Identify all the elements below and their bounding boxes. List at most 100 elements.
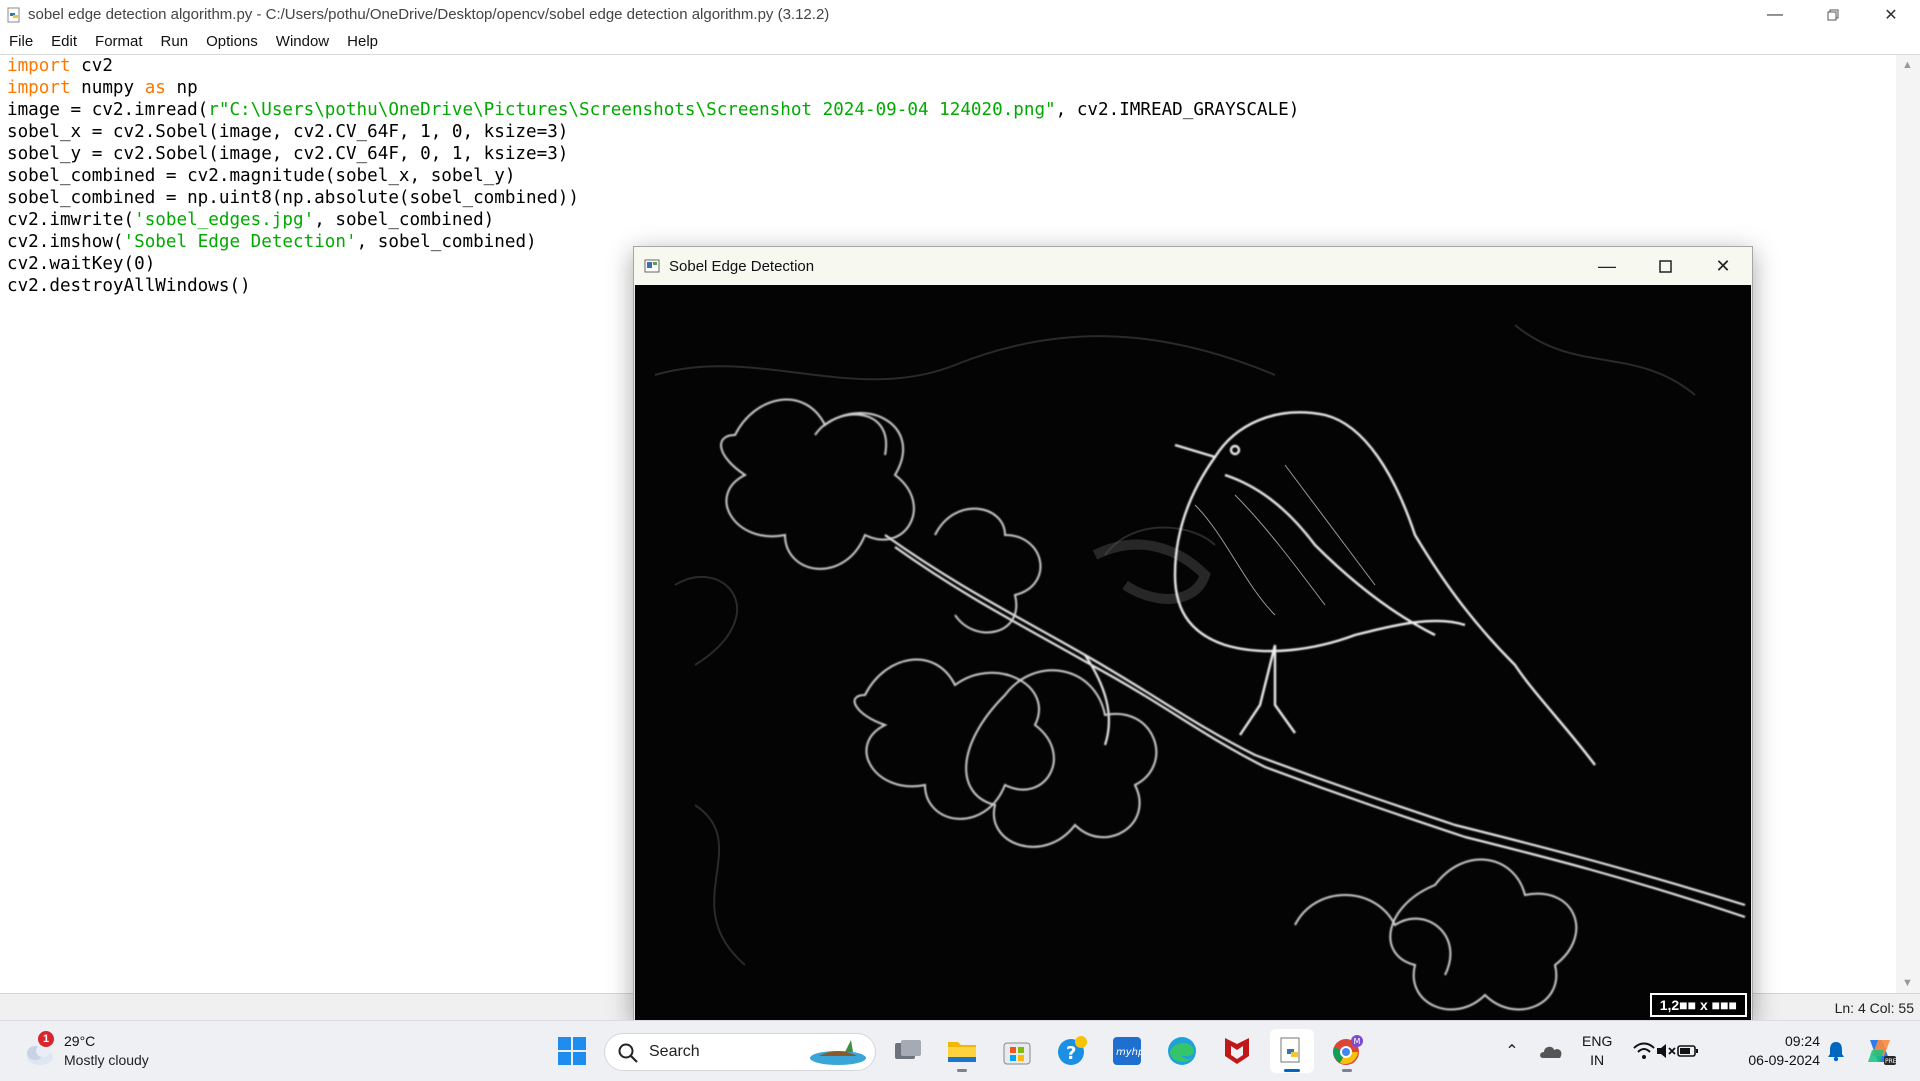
microsoft-store-button[interactable]: [995, 1029, 1039, 1073]
code-text: cv2.destroyAllWindows(): [7, 276, 251, 296]
minimize-icon: —: [1598, 255, 1616, 276]
menu-options[interactable]: Options: [197, 33, 267, 50]
code-text: np: [165, 78, 198, 98]
code-line[interactable]: sobel_combined = np.uint8(np.absolute(so…: [7, 187, 1896, 209]
running-indicator: [957, 1069, 967, 1072]
search-label: Search: [649, 1043, 700, 1060]
close-button[interactable]: ✕: [1862, 0, 1920, 29]
menu-format[interactable]: Format: [86, 33, 152, 50]
code-text: sobel_y = cv2.Sobel(image, cv2.CV_64F, 0…: [7, 144, 569, 164]
code-string: 'sobel_edges.jpg': [134, 210, 315, 230]
menu-bar: File Edit Format Run Options Window Help: [0, 29, 1920, 55]
code-text: cv2.waitKey(0): [7, 254, 156, 274]
weather-temperature: 29°C: [64, 1033, 96, 1049]
taskbar: 1 29°C Mostly cloudy Search ? myhp M ⌃ E…: [0, 1020, 1920, 1081]
search-highlight-icon: [810, 1040, 866, 1065]
code-line[interactable]: import cv2: [7, 55, 1896, 77]
menu-file[interactable]: File: [0, 33, 42, 50]
mcafee-button[interactable]: [1215, 1029, 1259, 1073]
copilot-button[interactable]: PRE: [1858, 1029, 1902, 1073]
chrome-icon: M: [1333, 1035, 1363, 1065]
notification-count-badge: 1: [38, 1031, 54, 1047]
onedrive-icon: [1540, 1046, 1562, 1058]
edge-icon: [1168, 1037, 1196, 1065]
code-string: 'Sobel Edge Detection': [123, 232, 357, 252]
file-explorer-button[interactable]: [940, 1029, 984, 1073]
scroll-up-icon[interactable]: ▲: [1902, 59, 1913, 71]
code-text: image = cv2.imread(: [7, 100, 209, 120]
minimize-button[interactable]: —: [1746, 0, 1804, 29]
code-line[interactable]: cv2.imwrite('sobel_edges.jpg', sobel_com…: [7, 209, 1896, 231]
idle-title-bar[interactable]: sobel edge detection algorithm.py - C:/U…: [0, 0, 1920, 29]
weather-widget[interactable]: 1 29°C Mostly cloudy: [18, 1031, 178, 1073]
code-string: r"C:\Users\pothu\OneDrive\Pictures\Scree…: [208, 100, 1056, 120]
get-help-button[interactable]: ?: [1050, 1029, 1094, 1073]
clock-time: 09:24: [1784, 1033, 1820, 1049]
weather-description: Mostly cloudy: [64, 1052, 149, 1068]
chrome-button[interactable]: M: [1325, 1029, 1369, 1073]
code-line[interactable]: image = cv2.imread(r"C:\Users\pothu\OneD…: [7, 99, 1896, 121]
image-size-badge: 1,2■■ x ■■■: [1649, 993, 1747, 1017]
help-icon: ?: [1058, 1036, 1087, 1065]
minimize-icon: —: [1767, 5, 1783, 23]
edge-button[interactable]: [1160, 1029, 1204, 1073]
svg-text:myhp: myhp: [1116, 1047, 1142, 1058]
microsoft-store-icon: [1003, 1042, 1031, 1065]
code-keyword: import: [7, 78, 71, 98]
python-file-icon: [7, 7, 20, 22]
running-indicator: [1342, 1069, 1352, 1072]
notification-center-button[interactable]: [1814, 1029, 1858, 1073]
show-hidden-icons-button[interactable]: ⌃: [1490, 1029, 1534, 1073]
cv-maximize-button[interactable]: [1636, 247, 1694, 285]
myhp-icon: myhp: [1113, 1037, 1142, 1065]
copilot-icon: PRE: [1868, 1040, 1896, 1065]
onedrive-tray-button[interactable]: [1530, 1029, 1574, 1073]
active-indicator: [1284, 1069, 1300, 1072]
vertical-scrollbar[interactable]: ▲ ▼: [1896, 55, 1920, 993]
sobel-edge-image: 1,2■■ x ■■■: [635, 285, 1751, 1021]
code-line[interactable]: import numpy as np: [7, 77, 1896, 99]
scroll-down-icon[interactable]: ▼: [1902, 977, 1913, 989]
code-line[interactable]: sobel_x = cv2.Sobel(image, cv2.CV_64F, 1…: [7, 121, 1896, 143]
start-button[interactable]: [550, 1029, 594, 1073]
input-language[interactable]: ENG IN: [1582, 1032, 1612, 1070]
close-icon: ✕: [1715, 255, 1731, 276]
taskbar-search[interactable]: Search: [604, 1033, 876, 1071]
chevron-up-icon: ⌃: [1505, 1043, 1519, 1060]
file-explorer-icon: [948, 1042, 976, 1062]
menu-window[interactable]: Window: [267, 33, 338, 50]
idle-taskbar-button[interactable]: [1270, 1029, 1314, 1073]
code-line[interactable]: sobel_y = cv2.Sobel(image, cv2.CV_64F, 0…: [7, 143, 1896, 165]
search-icon: [618, 1043, 638, 1063]
code-text: cv2.imwrite(: [7, 210, 135, 230]
cv-minimize-button[interactable]: —: [1578, 247, 1636, 285]
mcafee-icon: [1225, 1038, 1249, 1064]
code-line[interactable]: sobel_combined = cv2.magnitude(sobel_x, …: [7, 165, 1896, 187]
restore-button[interactable]: [1804, 0, 1862, 29]
opencv-image-window[interactable]: Sobel Edge Detection — ✕ 1,2■■ x ■■■: [633, 246, 1753, 1022]
task-view-button[interactable]: [886, 1029, 930, 1073]
code-text: , sobel_combined): [314, 210, 495, 230]
clock-date: 06-09-2024: [1748, 1052, 1820, 1068]
code-keyword: import: [7, 56, 71, 76]
close-icon: ✕: [1884, 6, 1898, 24]
cv-close-button[interactable]: ✕: [1694, 247, 1752, 285]
start-icon: [558, 1037, 586, 1065]
maximize-icon: [1658, 259, 1672, 273]
language-code: ENG: [1582, 1033, 1613, 1049]
myhp-button[interactable]: myhp: [1105, 1029, 1149, 1073]
mute-icon: [1657, 1044, 1676, 1058]
cursor-position: Ln: 4 Col: 55: [1834, 1000, 1914, 1016]
code-text: numpy: [70, 78, 145, 98]
code-text: sobel_combined = cv2.magnitude(sobel_x, …: [7, 166, 516, 186]
svg-text:M: M: [1354, 1037, 1361, 1046]
clock[interactable]: 09:24 06-09-2024: [1730, 1032, 1820, 1070]
code-keyword: as: [144, 78, 166, 98]
opencv-title-bar[interactable]: Sobel Edge Detection — ✕: [634, 247, 1752, 285]
region-code: IN: [1590, 1052, 1605, 1068]
code-text: , sobel_combined): [356, 232, 537, 252]
menu-edit[interactable]: Edit: [42, 33, 86, 50]
quick-settings-button[interactable]: [1626, 1029, 1706, 1073]
menu-run[interactable]: Run: [152, 33, 198, 50]
menu-help[interactable]: Help: [338, 33, 387, 50]
